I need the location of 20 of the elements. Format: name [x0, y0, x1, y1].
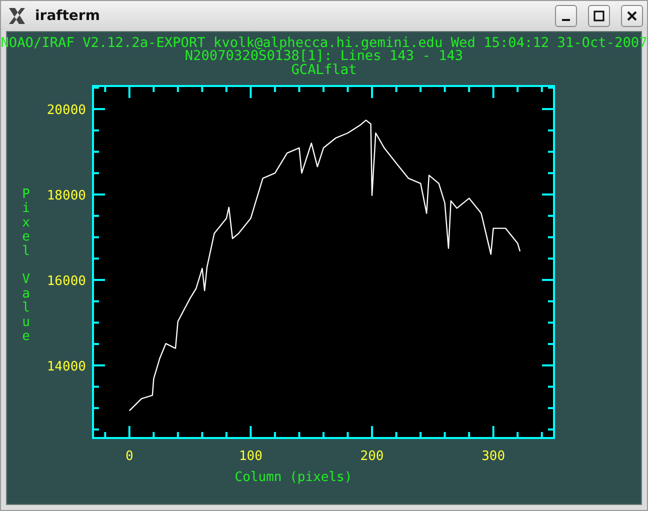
- maximize-button[interactable]: [588, 4, 610, 26]
- x-tick-label: 300: [482, 449, 506, 464]
- close-icon: [626, 10, 638, 22]
- x-tick-label: 200: [360, 449, 384, 464]
- y-tick-label: 20000: [46, 103, 86, 118]
- minimize-button[interactable]: [555, 4, 577, 26]
- y-tick-label: 14000: [46, 360, 86, 375]
- window-title: irafterm: [35, 8, 101, 24]
- close-button[interactable]: [621, 4, 643, 26]
- y-tick-label: 18000: [46, 188, 86, 204]
- x-tick-label: 100: [238, 449, 262, 464]
- plot-title: GCALflat: [291, 64, 357, 78]
- y-axis-label: Pixel Value: [22, 187, 30, 344]
- maximize-icon: [593, 10, 605, 22]
- x-tick-label: 0: [125, 449, 134, 464]
- x-axis-label: Column (pixels): [234, 470, 352, 486]
- y-tick-label: 16000: [46, 274, 86, 290]
- minimize-icon: [562, 18, 570, 20]
- plot-title: N20070320S0138[1]: Lines 143 - 143: [184, 50, 464, 64]
- x-logo-icon: [7, 6, 27, 26]
